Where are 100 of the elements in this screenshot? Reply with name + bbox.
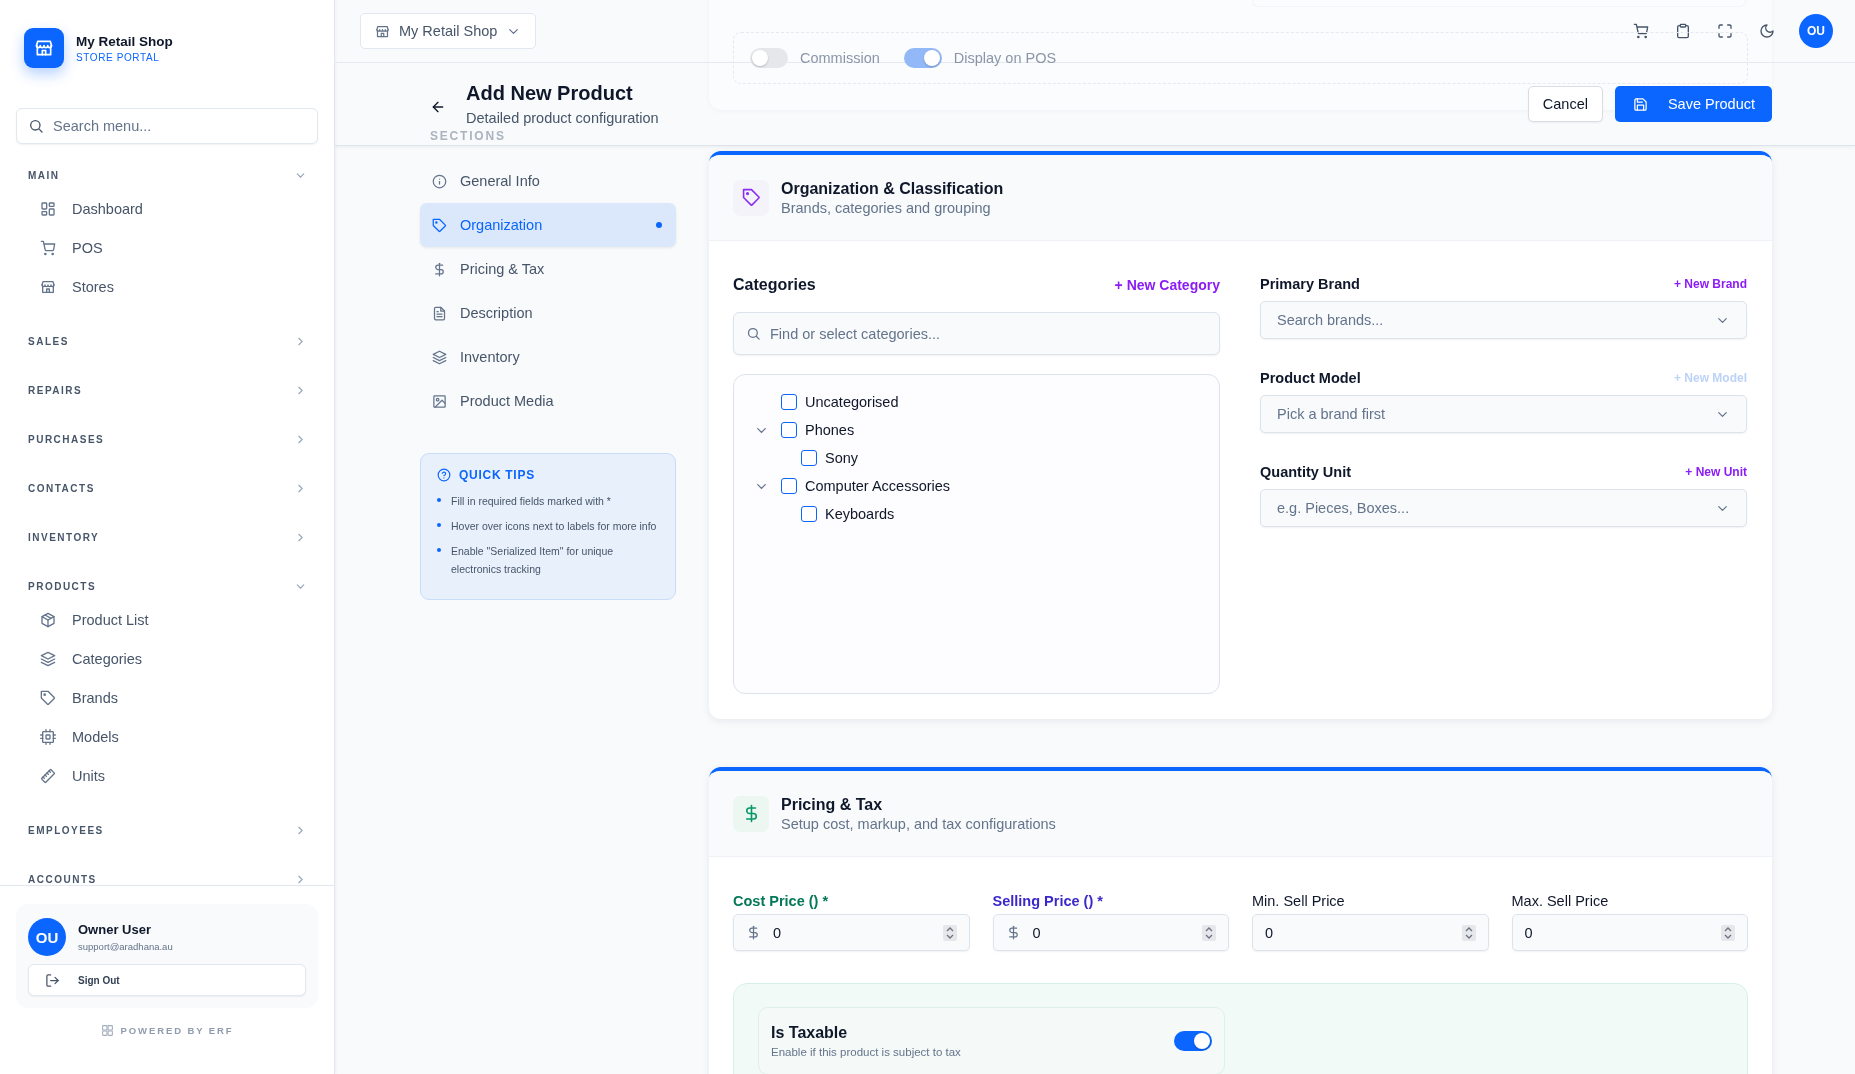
- dollar-icon: [432, 261, 447, 277]
- checkbox[interactable]: [781, 394, 797, 410]
- box-icon: [40, 611, 56, 628]
- section-tab[interactable]: Inventory: [420, 335, 676, 379]
- menu-group-header[interactable]: PURCHASES: [0, 425, 334, 453]
- checkbox[interactable]: [781, 478, 797, 494]
- field-label: Primary Brand: [1260, 276, 1360, 292]
- category-search-field[interactable]: Find or select categories...: [733, 312, 1220, 355]
- section-tab[interactable]: Description: [420, 291, 676, 335]
- portal-label: STORE PORTAL: [76, 51, 161, 63]
- layers-icon: [432, 349, 447, 365]
- add-new-link[interactable]: + New Unit: [1685, 465, 1747, 479]
- avatar[interactable]: OU: [1799, 14, 1833, 48]
- number-field[interactable]: 0: [1511, 914, 1748, 951]
- powered-by-label: POWERED BY ERF: [120, 1025, 234, 1036]
- menu-item[interactable]: Product List: [0, 600, 334, 639]
- field-label: Max. Sell Price: [1511, 893, 1610, 911]
- active-dot-icon: [656, 222, 662, 228]
- stepper-icon[interactable]: [1721, 924, 1735, 941]
- toggle-label: Display on POS: [953, 50, 1057, 66]
- stepper-icon[interactable]: [942, 924, 957, 941]
- clipboard-icon[interactable]: [1675, 23, 1691, 39]
- cancel-button[interactable]: Cancel: [1527, 86, 1603, 122]
- page-title: Add New Product: [466, 82, 634, 105]
- menu-item[interactable]: Units: [0, 756, 334, 795]
- sign-out-button[interactable]: Sign Out: [28, 964, 306, 996]
- save-button[interactable]: Save Product: [1614, 86, 1772, 122]
- store-icon: [40, 278, 56, 295]
- checkbox[interactable]: [781, 422, 797, 438]
- dollar-icon: [746, 925, 761, 940]
- tip-text: Fill in required fields marked with *: [451, 494, 611, 509]
- menu-group-header[interactable]: CONTACTS: [0, 474, 334, 502]
- category-label: Keyboards: [825, 506, 895, 522]
- checkbox[interactable]: [801, 450, 817, 466]
- document-icon: [432, 305, 447, 321]
- shop-name: My Retail Shop: [76, 33, 173, 49]
- search-icon: [746, 326, 761, 341]
- toggle-switch[interactable]: [750, 48, 788, 68]
- field-label: Quantity Unit: [1260, 464, 1352, 480]
- cart-icon[interactable]: [1633, 23, 1649, 39]
- menu-item[interactable]: Categories: [0, 639, 334, 678]
- info-icon: [432, 173, 447, 189]
- toggle-switch[interactable]: [1174, 1031, 1212, 1051]
- bullet-icon: [437, 548, 441, 552]
- dropdown-field[interactable]: Search brands...: [1260, 301, 1747, 339]
- search-icon: [28, 118, 44, 134]
- category-label: Phones: [805, 422, 855, 438]
- tips-title: QUICK TIPS: [459, 468, 535, 482]
- tag-icon: [40, 689, 56, 706]
- menu-item[interactable]: Brands: [0, 678, 334, 717]
- store-logo[interactable]: [24, 28, 64, 68]
- avatar[interactable]: OU: [28, 918, 66, 956]
- menu-group-header[interactable]: ACCOUNTS: [0, 865, 334, 885]
- logout-icon: [45, 972, 60, 988]
- section-tab[interactable]: Pricing & Tax: [420, 247, 676, 291]
- menu-group-header[interactable]: MAIN: [0, 161, 334, 189]
- menu-group-header[interactable]: REPAIRS: [0, 376, 334, 404]
- number-field[interactable]: 0: [1252, 914, 1489, 951]
- tag-icon: [741, 188, 761, 207]
- tip-text: Hover over icons next to labels for more info: [451, 519, 657, 534]
- card-title: Organization & Classification: [781, 179, 1004, 198]
- number-field[interactable]: 0: [733, 914, 970, 951]
- cart-icon: [40, 239, 56, 256]
- menu-item[interactable]: Stores: [0, 267, 334, 306]
- bullet-icon: [437, 498, 441, 502]
- taxable-description: Enable if this product is subject to tax: [771, 1046, 961, 1058]
- image-icon: [432, 393, 447, 409]
- menu-group-header[interactable]: EMPLOYEES: [0, 816, 334, 844]
- menu-item[interactable]: POS: [0, 228, 334, 267]
- tag-icon: [432, 217, 447, 233]
- number-field[interactable]: 0: [992, 914, 1229, 951]
- card-subtitle: Brands, categories and grouping: [781, 199, 992, 216]
- category-label: Uncategorised: [805, 394, 899, 410]
- shop-selector[interactable]: My Retail Shop: [360, 13, 537, 49]
- categories-title: Categories: [733, 276, 816, 294]
- user-email: support@aradhana.au: [78, 941, 173, 952]
- search-field[interactable]: Search menu...: [16, 108, 318, 144]
- menu-item[interactable]: Models: [0, 717, 334, 756]
- stepper-icon[interactable]: [1461, 924, 1476, 941]
- moon-icon[interactable]: [1759, 23, 1775, 39]
- page-subtitle: Detailed product configuration: [466, 110, 660, 126]
- checkbox[interactable]: [801, 506, 817, 522]
- section-tab[interactable]: Product Media: [420, 379, 676, 423]
- field-label: Selling Price () *: [992, 893, 1104, 911]
- store-icon: [375, 23, 390, 39]
- section-tab[interactable]: Organization: [420, 203, 676, 247]
- dropdown-field[interactable]: e.g. Pieces, Boxes...: [1260, 489, 1747, 527]
- section-tab[interactable]: General Info: [420, 159, 676, 203]
- grid-logo-icon: [100, 1024, 114, 1037]
- fullscreen-icon[interactable]: [1717, 23, 1733, 39]
- layers-icon: [40, 650, 56, 667]
- stepper-icon[interactable]: [1202, 924, 1216, 941]
- back-arrow-icon[interactable]: [430, 99, 446, 115]
- menu-group-header[interactable]: SALES: [0, 327, 334, 355]
- add-new-link[interactable]: + New Brand: [1673, 277, 1747, 291]
- card-subtitle: Setup cost, markup, and tax configurations: [781, 815, 1056, 832]
- menu-item[interactable]: Dashboard: [0, 189, 334, 228]
- new-category-link[interactable]: + New Category: [1114, 277, 1220, 293]
- menu-group-header[interactable]: PRODUCTS: [0, 572, 334, 600]
- menu-group-header[interactable]: INVENTORY: [0, 523, 334, 551]
